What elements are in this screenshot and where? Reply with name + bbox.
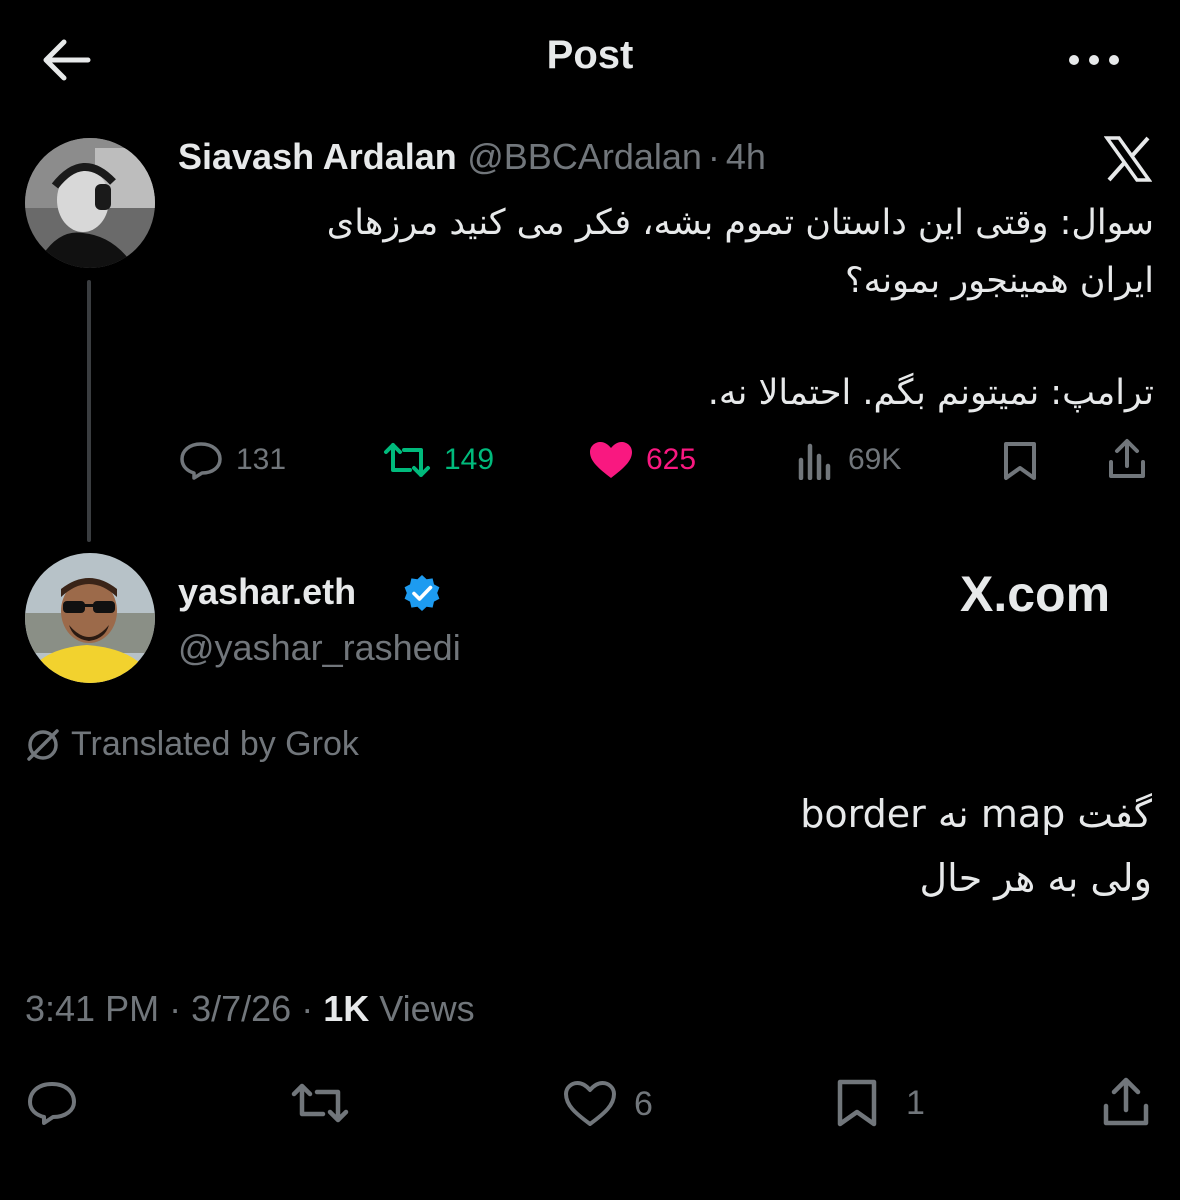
translated-by-text: Translated by Grok bbox=[71, 725, 359, 763]
thread-line bbox=[87, 280, 91, 542]
repost-icon bbox=[384, 443, 430, 477]
post-body: گفت map نه border ولی به هر حال bbox=[178, 782, 1152, 910]
like-button[interactable]: 6 bbox=[562, 1080, 653, 1128]
display-name[interactable]: Siavash Ardalan bbox=[178, 136, 457, 177]
quoted-post-body: سوال: وقتی این داستان تموم بشه، فکر می ک… bbox=[178, 194, 1154, 422]
post-age[interactable]: 4h bbox=[726, 136, 766, 177]
bookmark-icon bbox=[837, 1079, 877, 1127]
reply-button[interactable]: 131 bbox=[178, 440, 286, 480]
reply-icon bbox=[28, 1082, 76, 1125]
verified-badge-icon bbox=[402, 573, 442, 613]
handle[interactable]: @yashar_rashedi bbox=[178, 627, 461, 669]
views-count: 69K bbox=[848, 443, 902, 476]
quoted-post-header: Siavash Ardalan @BBCArdalan · 4h bbox=[178, 136, 766, 178]
handle[interactable]: @BBCArdalan bbox=[467, 136, 702, 177]
body-line: ولی به هر حال bbox=[919, 856, 1152, 900]
like-count: 625 bbox=[646, 443, 697, 476]
page-title: Post bbox=[546, 33, 634, 77]
bookmark-button[interactable]: 1 bbox=[834, 1078, 925, 1128]
post-time: 3:41 PM bbox=[25, 988, 160, 1029]
body-line: گفت map نه border bbox=[800, 792, 1152, 836]
reply-icon bbox=[180, 442, 222, 480]
like-count: 6 bbox=[634, 1084, 653, 1123]
more-icon bbox=[1069, 55, 1119, 65]
views-button[interactable]: 69K bbox=[796, 440, 901, 480]
avatar-yashar[interactable] bbox=[25, 553, 155, 683]
translation-label[interactable]: Translated by Grok bbox=[25, 725, 359, 764]
separator: · bbox=[707, 136, 720, 177]
heart-icon bbox=[564, 1081, 616, 1126]
bookmark-count: 1 bbox=[906, 1083, 925, 1122]
bookmark-button[interactable] bbox=[1000, 440, 1040, 487]
heart-icon bbox=[590, 442, 632, 478]
bookmark-icon bbox=[1004, 442, 1036, 480]
watermark: X.com bbox=[960, 566, 1111, 622]
separator: · bbox=[169, 988, 182, 1029]
post-date: 3/7/26 bbox=[191, 988, 292, 1029]
share-button[interactable] bbox=[1106, 438, 1148, 485]
like-button[interactable]: 625 bbox=[588, 440, 696, 480]
separator: · bbox=[301, 988, 314, 1029]
display-name[interactable]: yashar.eth bbox=[178, 571, 356, 613]
views-icon bbox=[798, 443, 831, 480]
avatar-siavash[interactable] bbox=[25, 138, 155, 268]
more-options-button[interactable] bbox=[1064, 40, 1124, 80]
body-line: سوال: وقتی این داستان تموم بشه، فکر می ک… bbox=[326, 203, 1154, 243]
repost-button[interactable] bbox=[290, 1080, 350, 1131]
share-icon bbox=[1109, 439, 1145, 478]
post-metadata: 3:41 PM · 3/7/26 · 1K Views bbox=[25, 988, 475, 1030]
reply-button[interactable] bbox=[26, 1080, 78, 1131]
body-line: ترامپ: نمیتونم بگم. احتمالا نه. bbox=[707, 373, 1154, 413]
body-line: ایران همینجور بمونه؟ bbox=[845, 261, 1154, 301]
repost-count: 149 bbox=[444, 443, 495, 476]
views-count[interactable]: 1K bbox=[323, 988, 369, 1029]
repost-icon bbox=[291, 1083, 349, 1123]
views-label[interactable]: Views bbox=[379, 988, 474, 1029]
reply-count: 131 bbox=[236, 443, 287, 476]
translate-icon bbox=[27, 728, 59, 761]
share-icon bbox=[1103, 1077, 1149, 1126]
share-button[interactable] bbox=[1100, 1076, 1152, 1133]
repost-button[interactable]: 149 bbox=[382, 440, 494, 480]
x-logo-icon bbox=[1103, 136, 1153, 182]
